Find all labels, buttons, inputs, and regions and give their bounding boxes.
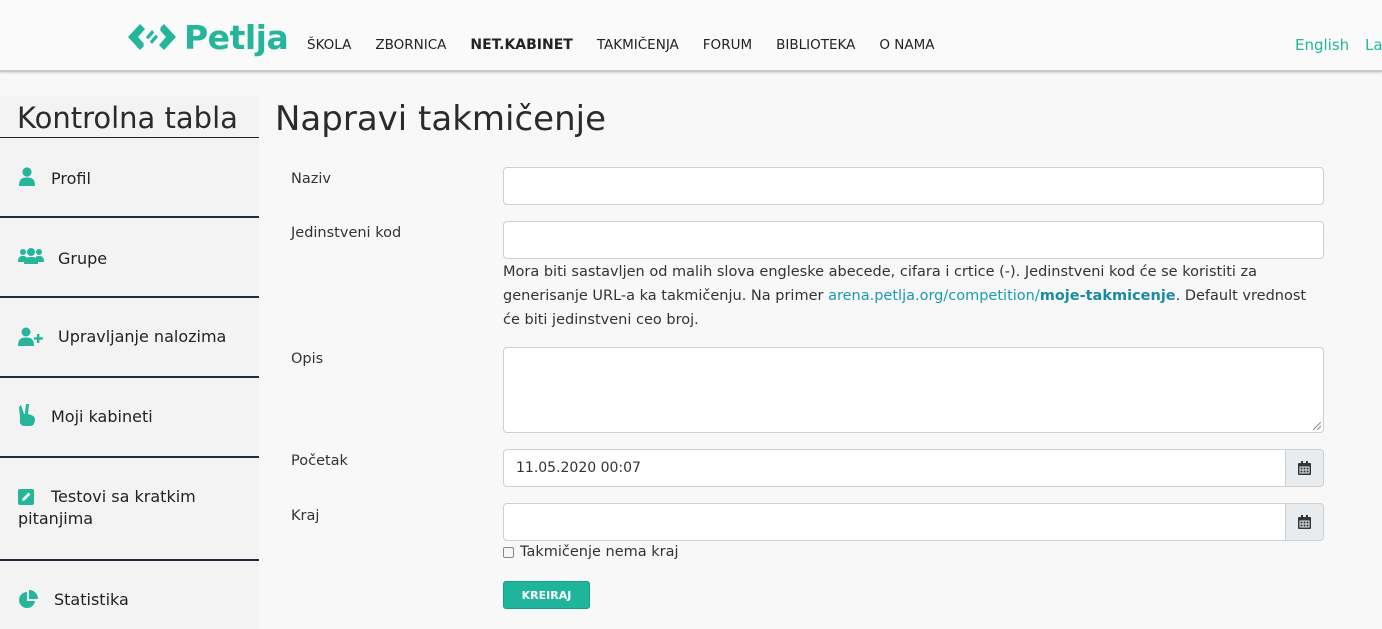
jedinstveni-kod-help: Mora biti sastavljen od malih slova engl… <box>503 260 1323 332</box>
edit-icon <box>18 489 34 505</box>
pie-chart-icon <box>19 590 38 608</box>
no-end-checkbox-row[interactable]: Takmičenje nema kraj <box>503 544 679 560</box>
sidebar-item-label: Statistika <box>54 590 129 609</box>
sidebar-item-label: Upravljanje nalozima <box>58 327 227 346</box>
user-icon <box>19 167 35 186</box>
sidebar-item-grupe[interactable]: Grupe <box>0 218 259 296</box>
brand-name: Petlja <box>184 17 289 57</box>
lang-latin-link[interactable]: Lat <box>1365 36 1382 54</box>
nav-forum[interactable]: FORUM <box>703 36 752 54</box>
sidebar-item-label: Grupe <box>58 249 108 268</box>
jedinstveni-kod-label: Jedinstveni kod <box>291 225 402 241</box>
sidebar-item-label: Moji kabineti <box>51 407 153 426</box>
nav-skola[interactable]: ŠKOLA <box>307 36 351 54</box>
sidebar-item-label: Testovi sa kratkim <box>51 487 196 506</box>
kraj-label: Kraj <box>291 508 320 524</box>
example-url-base: arena.petlja.org/competition/ <box>828 288 1040 304</box>
example-url-slug: moje-takmicenje <box>1039 288 1176 304</box>
main-nav: ŠKOLA ZBORNICA NET.KABINET TAKMIČENJA FO… <box>307 36 959 54</box>
sidebar-item-label: Profil <box>51 169 91 188</box>
pocetak-calendar-button[interactable] <box>1285 449 1324 487</box>
pocetak-label: Početak <box>291 453 348 469</box>
calendar-icon <box>1298 515 1311 529</box>
sidebar-item-testovi[interactable]: Testovi sa kratkim pitanjima <box>0 458 259 558</box>
kraj-calendar-button[interactable] <box>1285 503 1324 541</box>
naziv-input[interactable] <box>503 167 1324 205</box>
sidebar-title: Kontrolna tabla <box>17 101 238 135</box>
kraj-input[interactable] <box>503 503 1286 541</box>
calendar-icon <box>1298 461 1311 475</box>
users-icon <box>18 248 44 264</box>
nav-takmicenja[interactable]: TAKMIČENJA <box>597 36 679 54</box>
hand-peace-icon <box>19 404 35 426</box>
petlja-logo[interactable]: Petlja <box>126 16 289 58</box>
user-plus-icon <box>18 327 43 346</box>
sidebar-item-profil[interactable]: Profil <box>0 138 259 216</box>
nav-zbornica[interactable]: ZBORNICA <box>375 36 446 54</box>
no-end-checkbox[interactable] <box>503 546 514 558</box>
nav-biblioteka[interactable]: BIBLIOTEKA <box>776 36 855 54</box>
page-title: Napravi takmičenje <box>275 99 606 139</box>
sidebar-item-moji-kabineti[interactable]: Moji kabineti <box>0 378 259 456</box>
example-url-link[interactable]: arena.petlja.org/competition/moje-takmic… <box>828 288 1176 304</box>
sidebar-item-upravljanje-nalozima[interactable]: Upravljanje nalozima <box>0 298 259 376</box>
sidebar-item-label-line2: pitanjima <box>18 509 94 528</box>
nav-o-nama[interactable]: O NAMA <box>879 36 934 54</box>
nav-net-kabinet[interactable]: NET.KABINET <box>470 36 572 54</box>
petlja-logo-icon <box>128 24 176 50</box>
opis-textarea[interactable] <box>503 347 1324 433</box>
sidebar: Kontrolna tabla Profil Grupe Upravljanje… <box>0 96 259 629</box>
pocetak-input[interactable]: 11.05.2020 00:07 <box>503 449 1286 487</box>
lang-english-link[interactable]: English <box>1295 36 1349 54</box>
opis-label: Opis <box>291 351 324 367</box>
top-navbar: Petlja ŠKOLA ZBORNICA NET.KABINET TAKMIČ… <box>0 0 1382 72</box>
naziv-label: Naziv <box>291 171 331 187</box>
jedinstveni-kod-input[interactable] <box>503 221 1324 259</box>
no-end-label[interactable]: Takmičenje nema kraj <box>520 544 679 560</box>
kreiraj-button[interactable]: KREIRAJ <box>503 581 590 609</box>
sidebar-item-statistika[interactable]: Statistika <box>0 561 259 629</box>
resize-grip-icon[interactable] <box>1313 422 1321 430</box>
